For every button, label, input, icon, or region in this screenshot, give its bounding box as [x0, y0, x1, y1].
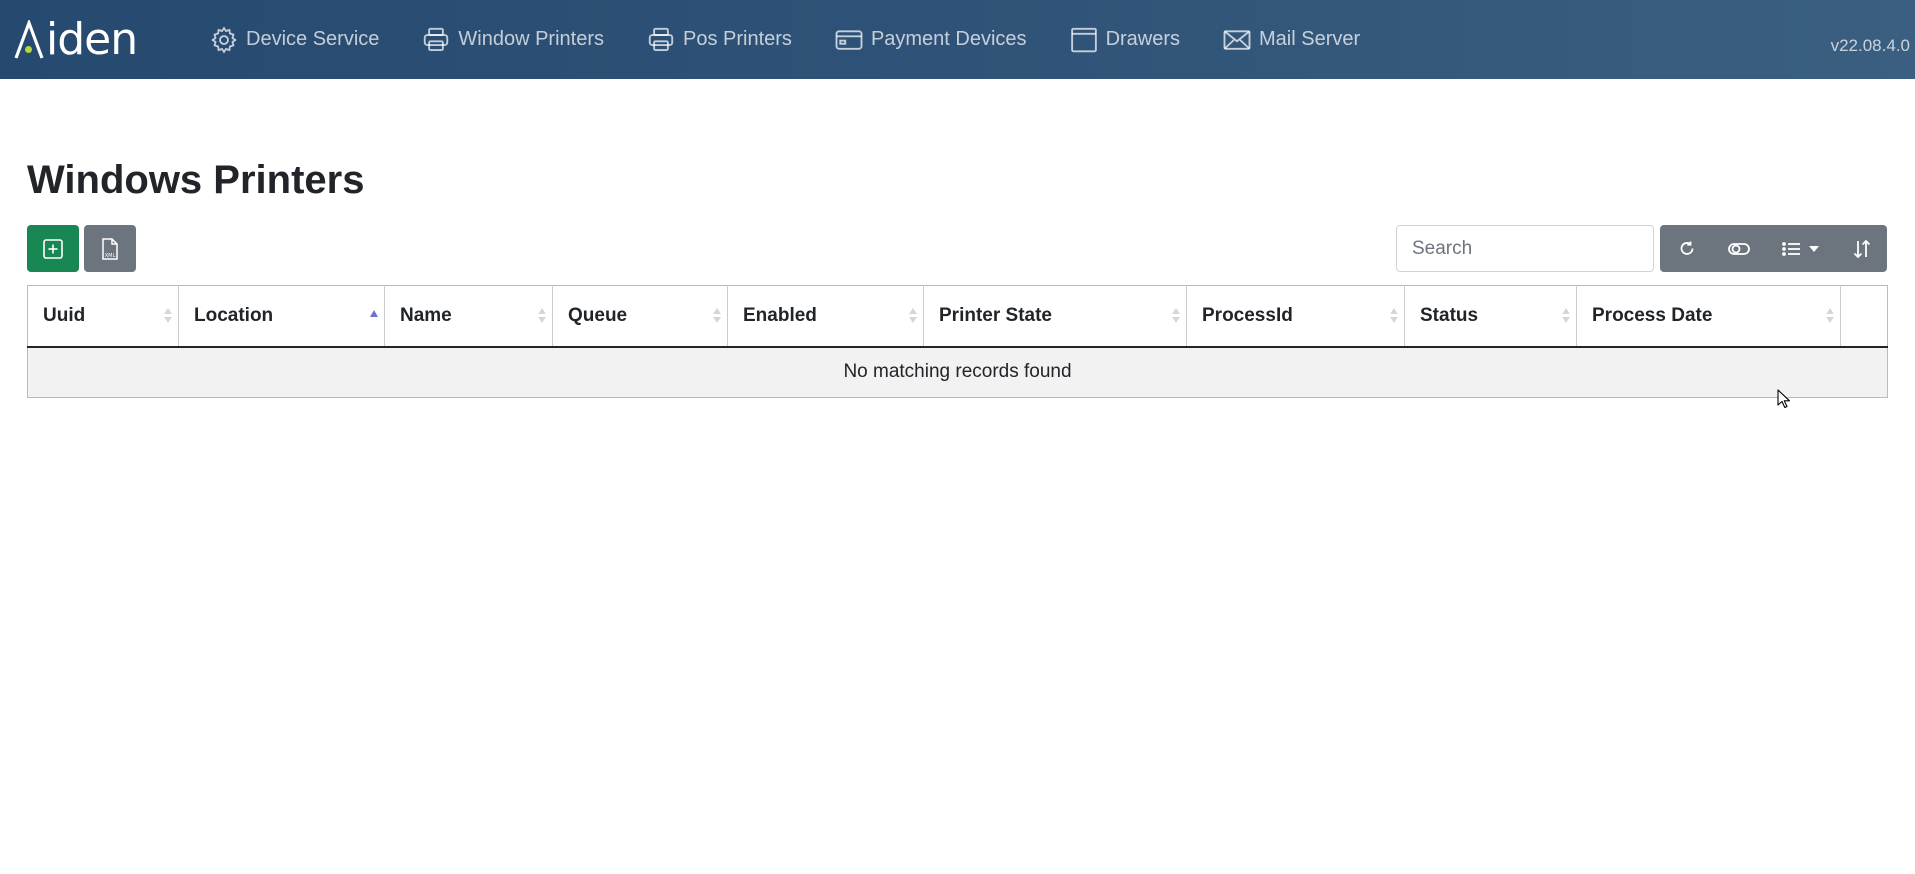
column-label: ProcessId: [1202, 304, 1293, 326]
sort-both-icon: [713, 308, 721, 325]
column-label: Enabled: [743, 304, 817, 326]
envelope-icon: [1223, 29, 1251, 50]
brand-logo[interactable]: iden: [14, 14, 138, 65]
xml-badge: XML: [105, 253, 116, 259]
app-version: v22.08.4.0: [1830, 36, 1910, 55]
logo-a-mark: [14, 18, 44, 60]
nav-label: Mail Server: [1259, 28, 1361, 50]
main-nav: Device Service Window Printers Pos Print…: [188, 0, 1381, 79]
nav-item-payment-devices[interactable]: Payment Devices: [813, 0, 1048, 79]
plus-square-icon: [43, 238, 63, 259]
column-header-queue[interactable]: Queue: [552, 285, 728, 348]
toggle-icon: [1728, 242, 1750, 255]
columns-list-icon: [1782, 241, 1800, 256]
column-header-process-date[interactable]: Process Date: [1576, 285, 1841, 348]
column-label: Printer State: [939, 304, 1052, 326]
table-row-empty: No matching records found: [27, 346, 1888, 398]
export-xml-button[interactable]: XML: [84, 225, 136, 272]
caret-down-icon: [1809, 245, 1819, 252]
column-label: Location: [194, 304, 274, 326]
sort-both-icon: [909, 308, 917, 325]
sort-button[interactable]: [1837, 225, 1887, 272]
column-header-location[interactable]: Location: [178, 285, 385, 348]
table-header-row: Uuid Location Name Queue Enabled Printer…: [27, 285, 1888, 348]
nav-label: Drawers: [1105, 28, 1181, 50]
refresh-icon: [1680, 241, 1693, 255]
sort-both-icon: [1172, 308, 1180, 325]
logo-dot: [25, 46, 32, 53]
nav-item-drawers[interactable]: Drawers: [1048, 0, 1201, 79]
page-title: Windows Printers: [27, 158, 365, 202]
nav-item-device-service[interactable]: Device Service: [188, 0, 400, 79]
mouse-cursor-icon: [1777, 389, 1791, 409]
brand-text: iden: [46, 14, 138, 65]
sort-both-icon: [1562, 308, 1570, 325]
xml-file-icon: XML: [102, 237, 118, 260]
column-label: Process Date: [1592, 304, 1713, 326]
column-label: Queue: [568, 304, 628, 326]
nav-label: Window Printers: [458, 28, 604, 50]
printer-icon: [424, 27, 449, 51]
column-header-printer-state[interactable]: Printer State: [923, 285, 1187, 348]
column-header-process-id[interactable]: ProcessId: [1186, 285, 1405, 348]
column-label: Uuid: [43, 304, 86, 326]
gear-icon: [211, 25, 237, 54]
nav-label: Device Service: [246, 28, 380, 50]
sort-both-icon: [164, 308, 172, 325]
empty-message: No matching records found: [27, 346, 1888, 398]
column-label: Status: [1420, 304, 1479, 326]
column-header-name[interactable]: Name: [384, 285, 553, 348]
nav-item-mail-server[interactable]: Mail Server: [1201, 0, 1381, 79]
sort-icon: [1853, 239, 1871, 258]
column-header-actions: [1840, 285, 1888, 348]
sort-both-icon: [1390, 308, 1398, 325]
top-navbar: iden Device Service Window Printers Pos …: [0, 0, 1915, 79]
nav-label: Pos Printers: [683, 28, 792, 50]
sort-both-icon: [1826, 308, 1834, 325]
printers-table: Uuid Location Name Queue Enabled Printer…: [27, 285, 1888, 398]
toggle-view-button[interactable]: [1713, 225, 1765, 272]
search-input[interactable]: [1396, 225, 1654, 272]
refresh-button[interactable]: [1660, 225, 1713, 272]
column-header-enabled[interactable]: Enabled: [727, 285, 924, 348]
column-header-uuid[interactable]: Uuid: [27, 285, 179, 348]
nav-label: Payment Devices: [870, 28, 1027, 50]
printer-icon: [648, 27, 674, 51]
nav-item-window-printers[interactable]: Window Printers: [400, 0, 625, 79]
nav-item-pos-printers[interactable]: Pos Printers: [625, 0, 813, 79]
column-header-status[interactable]: Status: [1404, 285, 1577, 348]
columns-dropdown-button[interactable]: [1765, 225, 1837, 272]
add-button[interactable]: [27, 225, 79, 272]
sort-asc-icon: [370, 308, 378, 325]
credit-card-icon: [835, 29, 863, 50]
drawer-icon: [1070, 27, 1097, 52]
column-label: Name: [400, 304, 452, 326]
table-tools-group: [1660, 225, 1887, 272]
sort-both-icon: [538, 308, 546, 325]
